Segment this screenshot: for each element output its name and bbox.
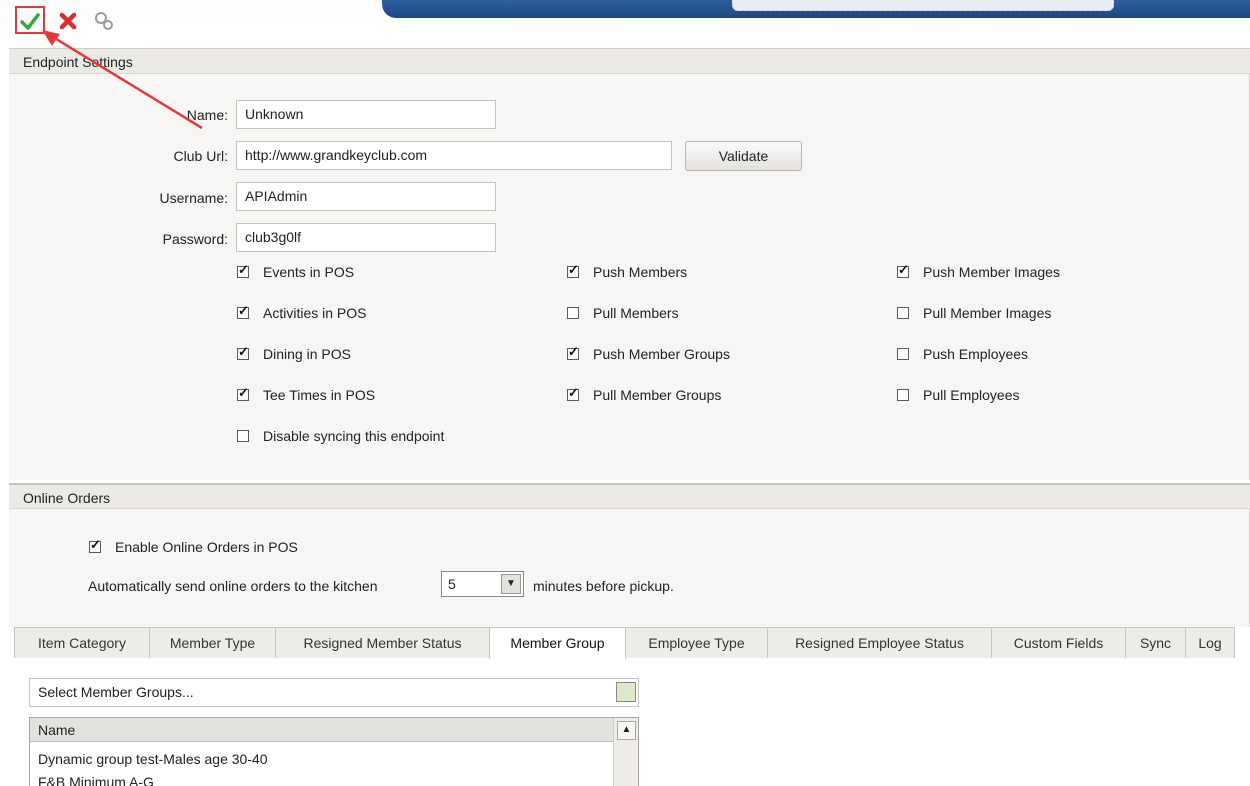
checkbox-box: ✓	[237, 385, 249, 401]
checkbox-label: Tee Times in POS	[263, 387, 376, 403]
activities-in-pos-checkbox[interactable]: ✓ Activities in POS	[237, 303, 367, 321]
checkbox-label: Pull Members	[593, 305, 679, 321]
select-member-groups-text: Select Member Groups...	[38, 684, 194, 700]
title-band-inset	[732, 0, 1114, 11]
push-member-groups-checkbox[interactable]: ✓ Push Member Groups	[567, 344, 730, 362]
member-group-grid: Name Dynamic group test-Males age 30-40 …	[29, 717, 639, 786]
checkbox-label: Push Employees	[923, 346, 1029, 362]
pull-member-groups-checkbox[interactable]: ✓ Pull Member Groups	[567, 385, 722, 403]
minutes-value: 5	[448, 576, 456, 592]
push-employees-checkbox[interactable]: Push Employees	[897, 346, 1028, 362]
checkbox-label: Push Member Images	[923, 264, 1060, 280]
checkbox-label: Events in POS	[263, 264, 355, 280]
checkbox-box	[897, 307, 909, 319]
scroll-up-icon[interactable]: ▲	[617, 721, 636, 740]
red-x-icon[interactable]	[57, 10, 79, 32]
checkbox-box: ✓	[567, 262, 579, 278]
checkbox-box	[897, 389, 909, 401]
minutes-before-pickup-label: minutes before pickup.	[533, 578, 674, 594]
checkbox-box	[237, 430, 249, 442]
checkbox-box: ✓	[567, 344, 579, 360]
checkbox-box: ✓	[237, 262, 249, 278]
checkbox-box: ✓	[567, 385, 579, 401]
checkmark-icon[interactable]	[19, 10, 41, 32]
checkbox-label: Dining in POS	[263, 346, 351, 362]
tab-resigned-employee-status[interactable]: Resigned Employee Status	[767, 627, 992, 658]
tab-item-category[interactable]: Item Category	[14, 627, 150, 658]
list-item[interactable]: Dynamic group test-Males age 30-40	[38, 751, 268, 767]
tab-member-type[interactable]: Member Type	[149, 627, 276, 658]
tab-resigned-member-status[interactable]: Resigned Member Status	[275, 627, 490, 658]
pull-members-checkbox[interactable]: Pull Members	[567, 305, 679, 321]
checkbox-label: Enable Online Orders in POS	[115, 539, 298, 555]
window-title-band	[382, 0, 1250, 18]
settings-tabs: Item Category Member Type Resigned Membe…	[9, 627, 1250, 659]
online-orders-header: Online Orders	[9, 483, 1250, 509]
checkbox-label: Push Members	[593, 264, 688, 280]
checkbox-label: Pull Member Images	[923, 305, 1052, 321]
toolbar	[0, 0, 1250, 22]
checkbox-label: Push Member Groups	[593, 346, 730, 362]
checkbox-label: Disable syncing this endpoint	[263, 428, 445, 444]
tab-sync[interactable]: Sync	[1125, 627, 1186, 658]
pull-member-images-checkbox[interactable]: Pull Member Images	[897, 305, 1051, 321]
auto-send-label: Automatically send online orders to the …	[88, 578, 378, 594]
password-label: Password:	[162, 231, 228, 247]
online-orders-panel	[9, 509, 1250, 627]
club-url-label: Club Url:	[173, 148, 228, 164]
gears-icon[interactable]	[93, 10, 115, 32]
checkbox-label: Pull Employees	[923, 387, 1020, 403]
disable-syncing-checkbox[interactable]: Disable syncing this endpoint	[237, 428, 444, 444]
enable-online-orders-checkbox[interactable]: ✓ Enable Online Orders in POS	[89, 537, 298, 555]
tab-member-group[interactable]: Member Group	[489, 627, 626, 659]
name-label: Name:	[186, 107, 228, 123]
minutes-dropdown[interactable]: 5 ▼	[441, 571, 524, 597]
list-item[interactable]: F&B Minimum A-G	[38, 774, 154, 786]
checkbox-box: ✓	[237, 303, 249, 319]
pull-employees-checkbox[interactable]: Pull Employees	[897, 387, 1020, 403]
column-header-name[interactable]: Name	[30, 718, 614, 742]
password-field[interactable]: club3g0lf	[236, 223, 496, 252]
vertical-scrollbar[interactable]: ▲	[613, 718, 638, 786]
push-members-checkbox[interactable]: ✓ Push Members	[567, 262, 688, 280]
tee-times-in-pos-checkbox[interactable]: ✓ Tee Times in POS	[237, 385, 376, 403]
name-field[interactable]: Unknown	[236, 100, 496, 129]
checkbox-box: ✓	[897, 262, 909, 278]
tab-employee-type[interactable]: Employee Type	[625, 627, 768, 658]
tab-custom-fields[interactable]: Custom Fields	[991, 627, 1126, 658]
checkbox-label: Activities in POS	[263, 305, 367, 321]
club-url-field[interactable]: http://www.grandkeyclub.com	[236, 141, 672, 170]
checkbox-box: ✓	[89, 537, 101, 553]
checkbox-box	[897, 348, 909, 360]
checkbox-label: Pull Member Groups	[593, 387, 722, 403]
username-field[interactable]: APIAdmin	[236, 182, 496, 211]
select-member-groups-combo[interactable]: Select Member Groups...	[29, 678, 639, 707]
checkbox-box	[567, 307, 579, 319]
username-label: Username:	[159, 190, 228, 206]
validate-button[interactable]: Validate	[685, 141, 802, 171]
dining-in-pos-checkbox[interactable]: ✓ Dining in POS	[237, 344, 351, 362]
events-in-pos-checkbox[interactable]: ✓ Events in POS	[237, 262, 355, 280]
edit-icon[interactable]	[616, 682, 636, 702]
push-member-images-checkbox[interactable]: ✓ Push Member Images	[897, 262, 1060, 280]
endpoint-settings-header: Endpoint Settings	[9, 48, 1250, 74]
dropdown-arrow-icon[interactable]: ▼	[501, 574, 521, 594]
tab-log[interactable]: Log	[1185, 627, 1235, 658]
checkbox-box: ✓	[237, 344, 249, 360]
